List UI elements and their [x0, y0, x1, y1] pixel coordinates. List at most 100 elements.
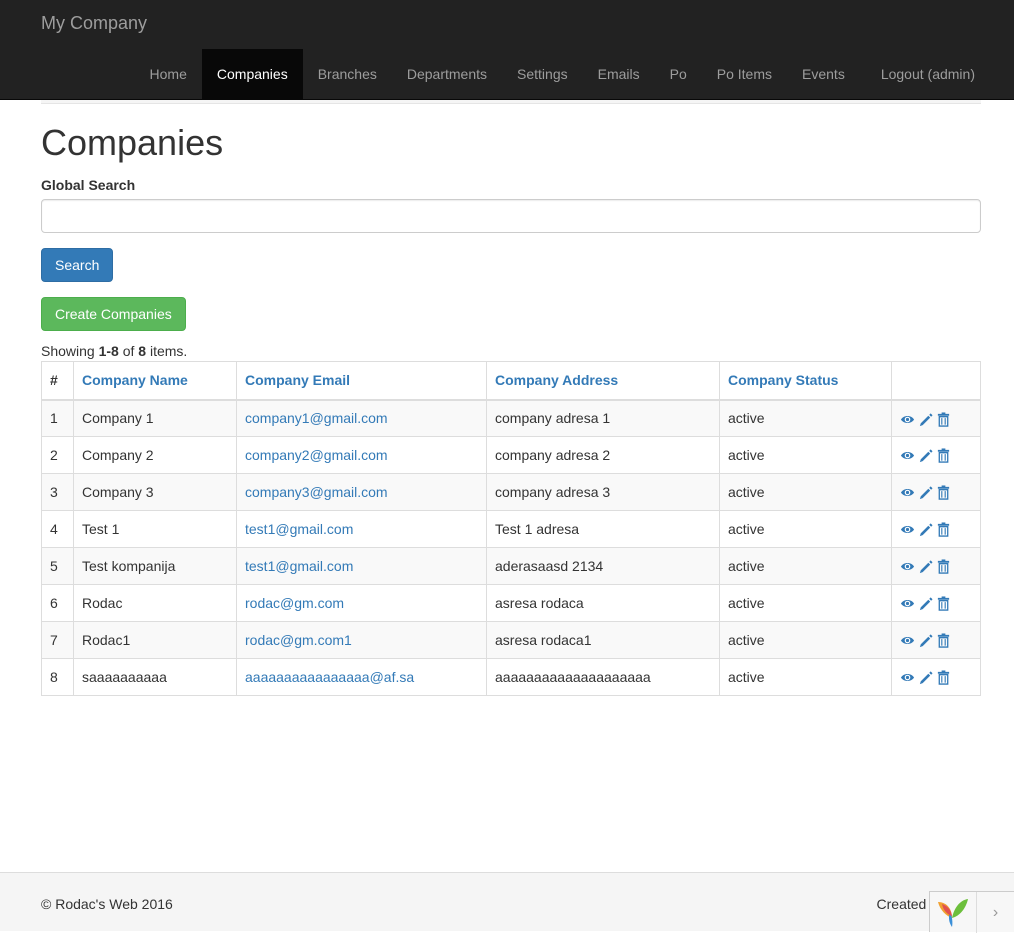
navbar: My Company Home Companies Branches Departme…: [0, 0, 1014, 100]
cell-number: 8: [41, 658, 74, 696]
global-search-input[interactable]: [41, 199, 981, 233]
cell-company-address: asresa rodaca1: [486, 621, 720, 659]
eye-icon[interactable]: [900, 633, 915, 648]
row-actions: [891, 547, 981, 585]
table-row: 1 Company 1 company1@gmail.com company adre…: [41, 399, 981, 437]
create-companies-button[interactable]: Create Companies: [41, 297, 186, 331]
cell-company-name: Test 1: [73, 510, 237, 548]
trash-icon[interactable]: [936, 522, 951, 538]
search-button[interactable]: Search: [41, 248, 114, 282]
cell-company-email[interactable]: aaaaaaaaaaaaaaaa@af.sa: [236, 658, 487, 696]
header-company-email[interactable]: Company Email: [236, 361, 487, 401]
eye-icon[interactable]: [900, 448, 915, 463]
cell-company-name: Company 1: [73, 399, 237, 437]
cell-company-address: Test 1 adresa: [486, 510, 720, 548]
row-actions: [891, 621, 981, 659]
cell-company-name: Rodac1: [73, 621, 237, 659]
header-company-name[interactable]: Company Name: [73, 361, 237, 401]
nav-item-companies[interactable]: Companies: [201, 49, 303, 99]
cell-company-name: Company 2: [73, 436, 237, 474]
nav-item-events[interactable]: Events: [787, 49, 860, 99]
nav-item-logout-admin[interactable]: Logout (admin): [866, 49, 990, 99]
pencil-icon[interactable]: [918, 559, 933, 574]
trash-icon[interactable]: [936, 670, 951, 686]
row-actions: [891, 584, 981, 622]
nav-item-branches[interactable]: Branches: [303, 49, 392, 99]
brand-link[interactable]: My Company: [41, 13, 147, 34]
eye-icon[interactable]: [900, 412, 915, 427]
eye-icon[interactable]: [900, 596, 915, 611]
trash-icon[interactable]: [936, 559, 951, 575]
row-actions: [891, 658, 981, 696]
footer: © Rodac's Web 2016 Created b ›: [0, 872, 1014, 933]
table-row: 5 Test kompanija test1@gmail.com aderasaasd…: [41, 547, 981, 585]
cell-company-email[interactable]: company2@gmail.com: [236, 436, 487, 474]
eye-icon[interactable]: [900, 522, 915, 537]
cell-company-email[interactable]: test1@gmail.com: [236, 510, 487, 548]
cell-company-address: aaaaaaaaaaaaaaaaaaaa: [486, 658, 720, 696]
table-header-row: # Company Name Company Email Company Add…: [41, 361, 981, 401]
eye-icon[interactable]: [900, 485, 915, 500]
cell-company-email[interactable]: company3@gmail.com: [236, 473, 487, 511]
table-row: 4 Test 1 test1@gmail.com Test 1 adresa activ…: [41, 510, 981, 548]
companies-table: # Company Name Company Email Company Add…: [41, 361, 981, 696]
nav-item-po-items[interactable]: Po Items: [702, 49, 787, 99]
trash-icon[interactable]: [936, 633, 951, 649]
cell-number: 5: [41, 547, 74, 585]
page-title: Companies: [41, 122, 224, 163]
pencil-icon[interactable]: [918, 522, 933, 537]
cell-company-email[interactable]: test1@gmail.com: [236, 547, 487, 585]
pencil-icon[interactable]: [918, 670, 933, 685]
cell-company-address: company adresa 3: [486, 473, 720, 511]
cell-company-email[interactable]: company1@gmail.com: [236, 399, 487, 437]
header-company-address[interactable]: Company Address: [486, 361, 720, 401]
table-row: 7 Rodac1 rodac@gm.com1 asresa rodaca1 active: [41, 621, 981, 659]
row-actions: [891, 436, 981, 474]
cell-company-status: active: [719, 584, 892, 622]
trash-icon[interactable]: [936, 412, 951, 427]
cell-company-email[interactable]: rodac@gm.com1: [236, 621, 487, 659]
cell-number: 7: [41, 621, 74, 659]
cell-company-status: active: [719, 658, 892, 696]
row-actions: [891, 510, 981, 548]
cell-number: 3: [41, 473, 74, 511]
pencil-icon[interactable]: [918, 485, 933, 500]
global-search-label: Global Search: [41, 177, 136, 193]
header-company-status[interactable]: Company Status: [719, 361, 892, 401]
nav-item-settings[interactable]: Settings: [502, 49, 583, 99]
cell-company-email[interactable]: rodac@gm.com: [236, 584, 487, 622]
cell-company-address: company adresa 1: [486, 399, 720, 437]
pencil-icon[interactable]: [918, 596, 933, 611]
eye-icon[interactable]: [900, 670, 915, 685]
cell-number: 6: [41, 584, 74, 622]
cell-number: 1: [41, 399, 74, 437]
cell-company-name: saaaaaaaaaa: [73, 658, 237, 696]
row-actions: [891, 399, 981, 437]
nav-item-emails[interactable]: Emails: [583, 49, 655, 99]
cell-number: 2: [41, 436, 74, 474]
row-actions: [891, 473, 981, 511]
breadcrumb-bar: [41, 100, 981, 104]
chevron-right-icon[interactable]: ›: [976, 892, 1014, 933]
eye-icon[interactable]: [900, 559, 915, 574]
trash-icon[interactable]: [936, 596, 951, 612]
trash-icon[interactable]: [936, 448, 951, 464]
cell-company-address: company adresa 2: [486, 436, 720, 474]
cell-company-name: Rodac: [73, 584, 237, 622]
footer-copyright: © Rodac's Web 2016: [41, 896, 173, 912]
trash-icon[interactable]: [936, 485, 951, 501]
debug-toolbar[interactable]: ›: [929, 891, 1014, 933]
nav-item-departments[interactable]: Departments: [392, 49, 502, 99]
pencil-icon[interactable]: [918, 448, 933, 463]
table-row: 8 saaaaaaaaaa aaaaaaaaaaaaaaaa@af.sa aaaaaa…: [41, 658, 981, 696]
nav-item-po[interactable]: Po: [655, 49, 702, 99]
cell-company-status: active: [719, 621, 892, 659]
cell-company-status: active: [719, 547, 892, 585]
header-number: #: [41, 361, 74, 401]
pencil-icon[interactable]: [918, 633, 933, 648]
cell-company-name: Test kompanija: [73, 547, 237, 585]
nav-item-home[interactable]: Home: [135, 49, 202, 99]
pencil-icon[interactable]: [918, 412, 933, 427]
cell-company-status: active: [719, 473, 892, 511]
cell-company-status: active: [719, 436, 892, 474]
